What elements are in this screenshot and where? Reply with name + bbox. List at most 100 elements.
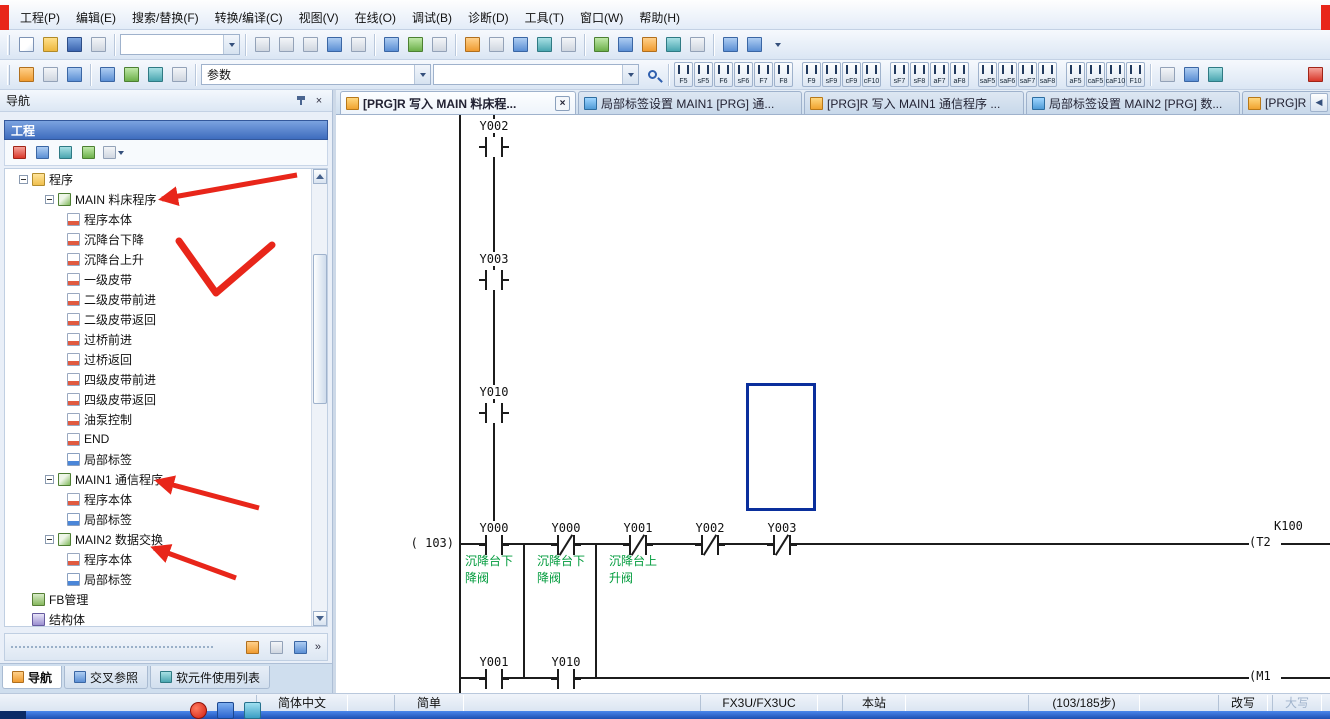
tab-main-ladder[interactable]: [PRG]R 写入 MAIN 料床程... × [340, 91, 576, 114]
monitor-start-icon[interactable] [461, 34, 483, 56]
tab-main1-labels[interactable]: 局部标签设置 MAIN1 [PRG] 通... [578, 91, 802, 114]
tree-item-section[interactable]: 一级皮带 [5, 269, 327, 289]
tab-device-usage-list[interactable]: 软元件使用列表 [150, 666, 270, 689]
drag-handle[interactable] [11, 646, 213, 648]
monitor-stop-icon[interactable] [485, 34, 507, 56]
ladder-fkey-button[interactable]: F9 [802, 62, 821, 87]
tree-item-section[interactable]: 油泵控制 [5, 409, 327, 429]
taskbar-app-icon-cyan[interactable] [244, 702, 261, 719]
collapse-toggle-icon[interactable] [45, 475, 54, 484]
ladder-fkey-button[interactable]: caF5 [1086, 62, 1105, 87]
edit-icon[interactable] [267, 637, 287, 657]
paste-icon[interactable] [299, 34, 321, 56]
tree-item-local-label[interactable]: 局部标签 [5, 449, 327, 469]
note-display-icon[interactable] [168, 64, 190, 86]
menu-item[interactable]: 调试(B) [404, 5, 460, 29]
tab-navigation[interactable]: 导航 [2, 666, 62, 689]
ladder-fkey-button[interactable]: sF8 [910, 62, 929, 87]
taskbar-start-corner[interactable] [0, 711, 26, 719]
tree-item-structure[interactable]: 结构体 [5, 609, 327, 627]
save-icon[interactable] [63, 34, 85, 56]
collapse-toggle-icon[interactable] [19, 175, 28, 184]
tree-item-program-folder[interactable]: 程序 [5, 169, 327, 189]
ladder-contact-nc[interactable] [767, 535, 797, 555]
ladder-contact-y010[interactable] [479, 403, 509, 423]
ladder-contact-no[interactable] [551, 669, 581, 689]
check-icon[interactable] [78, 143, 98, 163]
ladder-fkey-button[interactable]: F5 [674, 62, 693, 87]
ladder-contact-nc[interactable] [623, 535, 653, 555]
ladder-fkey-button[interactable]: F8 [774, 62, 793, 87]
tab-main2-labels[interactable]: 局部标签设置 MAIN2 [PRG] 数... [1026, 91, 1240, 114]
tree-item-local-label[interactable]: 局部标签 [5, 509, 327, 529]
tab-scroll-left-button[interactable]: ◀ [1310, 93, 1328, 112]
new-project-icon[interactable] [15, 34, 37, 56]
sort-icon[interactable] [32, 143, 52, 163]
menu-item[interactable]: 在线(O) [347, 5, 404, 29]
copy-icon[interactable] [275, 34, 297, 56]
tab-cross-reference[interactable]: 交叉参照 [64, 666, 148, 689]
ladder-fkey-button[interactable]: sF7 [890, 62, 909, 87]
ladder-fkey-button[interactable]: saF6 [998, 62, 1017, 87]
taskbar-app-icon-blue[interactable] [217, 702, 234, 719]
tree-item-main1-program[interactable]: MAIN1 通信程序 [5, 469, 327, 489]
ladder-lock-icon[interactable] [1304, 64, 1326, 86]
save-view-icon[interactable] [291, 637, 311, 657]
change-window-icon[interactable] [15, 64, 37, 86]
tree-item-section[interactable]: 四级皮带返回 [5, 389, 327, 409]
tree-item-end[interactable]: END [5, 429, 327, 449]
device-batch-monitor-icon[interactable] [509, 34, 531, 56]
menu-item[interactable]: 工具(T) [517, 5, 572, 29]
menu-item[interactable]: 工程(P) [12, 5, 68, 29]
toolbar-grip[interactable] [7, 65, 10, 85]
tab-close-button[interactable]: × [555, 96, 570, 111]
all-program-icon[interactable] [243, 637, 263, 657]
ladder-fkey-button[interactable]: F7 [754, 62, 773, 87]
menu-item[interactable]: 诊断(D) [460, 5, 517, 29]
timer-coil-t2[interactable]: (T2 [1249, 535, 1271, 550]
toolbar-grip[interactable] [7, 35, 10, 55]
stl-icon[interactable] [1156, 64, 1178, 86]
cross-reference-icon[interactable] [662, 34, 684, 56]
tree-item-section[interactable]: 四级皮带前进 [5, 369, 327, 389]
menu-item[interactable]: 窗口(W) [572, 5, 631, 29]
zoom-out-icon[interactable] [743, 34, 765, 56]
ladder-fkey-button[interactable]: aF8 [950, 62, 969, 87]
inline-st-icon[interactable] [1180, 64, 1202, 86]
tree-scrollbar[interactable] [311, 169, 327, 626]
device-display-icon[interactable] [96, 64, 118, 86]
scroll-up-icon[interactable] [313, 169, 327, 184]
zoom-in-icon[interactable] [719, 34, 741, 56]
combo-dropdown-icon[interactable] [414, 65, 430, 84]
ladder-contact-nc[interactable] [695, 535, 725, 555]
ladder-contact-no[interactable] [479, 535, 509, 555]
ladder-fkey-button[interactable]: aF5 [1066, 62, 1085, 87]
ladder-fkey-button[interactable]: F6 [714, 62, 733, 87]
ladder-contact-y002[interactable] [479, 137, 509, 157]
write-to-plc-icon[interactable] [380, 34, 402, 56]
tree-item-main2-program[interactable]: MAIN2 数据交换 [5, 529, 327, 549]
create-data-icon[interactable] [9, 143, 29, 163]
menu-item[interactable]: 帮助(H) [631, 5, 688, 29]
ladder-fkey-button[interactable]: saF8 [1038, 62, 1057, 87]
ladder-fkey-button[interactable]: saF7 [1018, 62, 1037, 87]
tree-item-local-label[interactable]: 局部标签 [5, 569, 327, 589]
menu-item[interactable]: 搜索/替换(F) [124, 5, 207, 29]
menu-item[interactable]: 编辑(E) [68, 5, 124, 29]
ladder-fkey-button[interactable]: saF5 [978, 62, 997, 87]
find-device-combo[interactable] [433, 64, 639, 85]
ladder-fkey-button[interactable]: caF10 [1106, 62, 1125, 87]
filter-icon[interactable] [101, 143, 125, 163]
window-select-combo[interactable] [120, 34, 240, 55]
print-icon[interactable] [87, 34, 109, 56]
comment-display-icon[interactable] [120, 64, 142, 86]
ladder-fkey-button[interactable]: aF7 [930, 62, 949, 87]
collapse-toggle-icon[interactable] [45, 195, 54, 204]
combo-dropdown-icon[interactable] [622, 65, 638, 84]
verify-with-plc-icon[interactable] [428, 34, 450, 56]
menu-item[interactable]: 视图(V) [291, 5, 347, 29]
ladder-contact-no[interactable] [479, 669, 509, 689]
statement-display-icon[interactable] [144, 64, 166, 86]
tree-item-program-body[interactable]: 程序本体 [5, 209, 327, 229]
ladder-fkey-button[interactable]: F10 [1126, 62, 1145, 87]
